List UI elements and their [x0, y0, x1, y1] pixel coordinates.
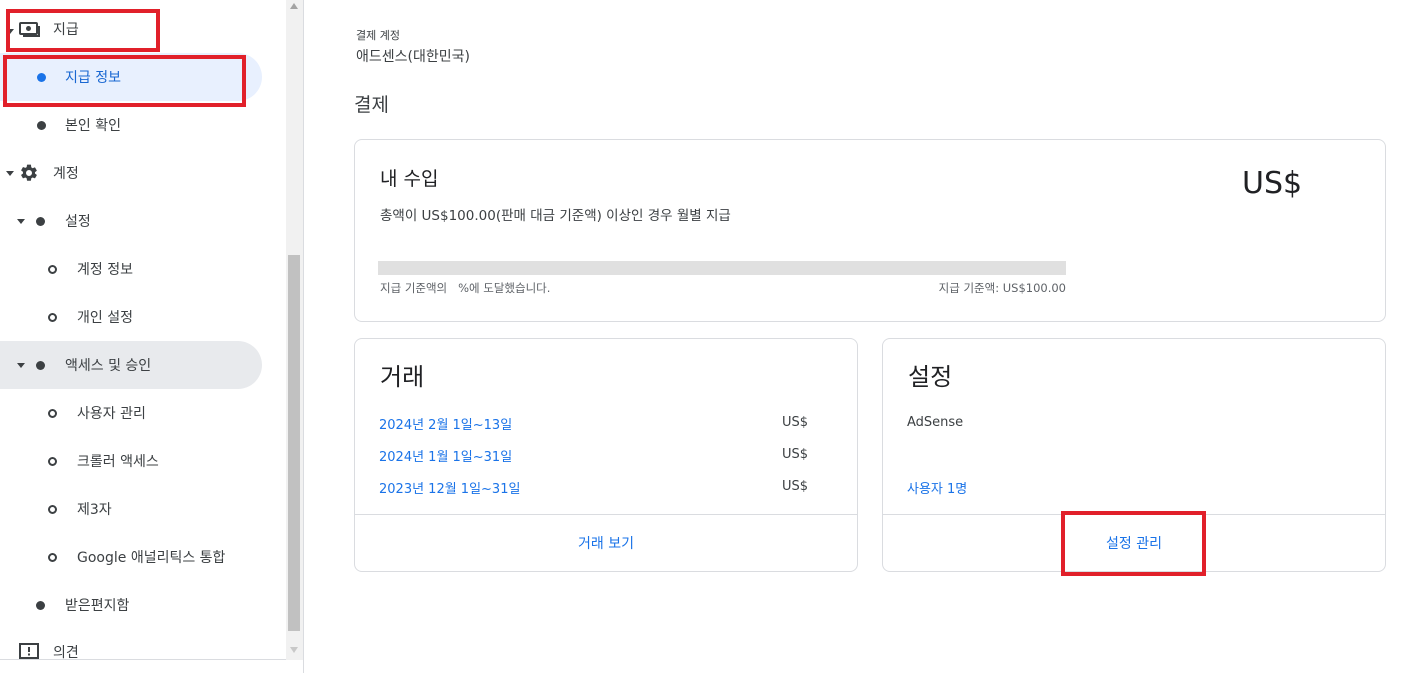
earnings-card: 내 수입 US$ 총액이 US$100.00(판매 대금 기준액) 이상인 경우…: [354, 139, 1386, 322]
scroll-down-icon[interactable]: [290, 647, 298, 653]
gear-icon: [19, 163, 39, 187]
sidebar-item-payment-info[interactable]: 지급 정보: [0, 53, 262, 101]
caret-down-icon[interactable]: [6, 29, 14, 34]
sidebar-item-crawler-access[interactable]: 크롤러 액세스: [0, 437, 262, 485]
earnings-amount: US$: [1242, 166, 1303, 201]
page-title: 결제: [354, 94, 389, 116]
sidebar-item-label: 받은편지함: [65, 598, 130, 614]
circle-icon: [48, 457, 57, 466]
transactions-card: 거래 2024년 2월 1일~13일 US$ 2024년 1월 1일~31일 U…: [354, 338, 858, 572]
sidebar-item-account[interactable]: 계정: [0, 149, 262, 197]
sidebar-item-identity[interactable]: 본인 확인: [0, 101, 262, 149]
bullet-icon: [36, 217, 45, 226]
billing-account-value: 애드센스(대한민국): [356, 49, 470, 65]
circle-icon: [48, 265, 57, 274]
sidebar-item-label: 사용자 관리: [77, 406, 146, 422]
caret-down-icon[interactable]: [17, 363, 25, 368]
sidebar-item-label: 계정 정보: [77, 262, 133, 278]
product-name: AdSense: [907, 415, 964, 430]
transaction-amount: US$: [781, 479, 808, 494]
sidebar-item-settings[interactable]: 설정: [0, 197, 262, 245]
transaction-amount: US$: [781, 447, 808, 462]
earnings-subtitle: 총액이 US$100.00(판매 대금 기준액) 이상인 경우 월별 지급: [380, 208, 731, 224]
transaction-period-link[interactable]: 2024년 1월 1일~31일: [379, 446, 512, 465]
users-link[interactable]: 사용자 1명: [907, 478, 967, 497]
manage-settings-button[interactable]: 설정 관리: [883, 515, 1385, 571]
sidebar-item-label: 본인 확인: [65, 118, 121, 134]
sidebar-item-user-management[interactable]: 사용자 관리: [0, 389, 262, 437]
bullet-icon: [37, 121, 46, 130]
earnings-title: 내 수입: [380, 168, 439, 190]
transactions-title: 거래: [380, 363, 425, 391]
circle-icon: [48, 553, 57, 562]
sidebar-item-label: 지급: [53, 22, 79, 38]
sidebar-item-label: Google 애널리틱스 통합: [77, 550, 226, 566]
scrollbar-thumb[interactable]: [288, 255, 300, 631]
circle-icon: [48, 313, 57, 322]
sidebar-item-feedback[interactable]: 의견: [0, 628, 262, 673]
circle-icon: [48, 505, 57, 514]
sidebar-item-label: 계정: [53, 166, 79, 182]
money-icon: [19, 20, 41, 42]
view-transactions-button[interactable]: 거래 보기: [355, 515, 857, 571]
progress-caption: 지급 기준액의 %에 도달했습니다.: [380, 281, 551, 295]
sidebar-item-account-info[interactable]: 계정 정보: [0, 245, 262, 293]
sidebar-item-access[interactable]: 액세스 및 승인: [0, 341, 262, 389]
threshold-caption: 지급 기준액: US$100.00: [938, 281, 1066, 295]
caret-down-icon[interactable]: [6, 171, 14, 176]
transaction-amount: US$: [781, 415, 808, 430]
payment-threshold-progress: [378, 261, 1066, 275]
circle-icon: [48, 409, 57, 418]
sidebar-item-payments[interactable]: 지급: [0, 5, 262, 53]
sidebar-item-analytics[interactable]: Google 애널리틱스 통합: [0, 533, 262, 581]
sidebar-item-inbox[interactable]: 받은편지함: [0, 581, 262, 629]
settings-card: 설정 AdSense 사용자 1명 설정 관리: [882, 338, 1386, 572]
sidebar-item-label: 설정: [65, 214, 91, 230]
feedback-icon: [19, 643, 39, 665]
sidebar-item-third-party[interactable]: 제3자: [0, 485, 262, 533]
bullet-icon: [36, 601, 45, 610]
bullet-icon: [36, 361, 45, 370]
transaction-period-link[interactable]: 2024년 2월 1일~13일: [379, 414, 512, 433]
sidebar-item-label: 제3자: [77, 502, 112, 518]
settings-title: 설정: [908, 363, 953, 391]
sidebar-item-label: 액세스 및 승인: [65, 358, 152, 374]
caret-down-icon[interactable]: [17, 219, 25, 224]
billing-account-label: 결제 계정: [356, 29, 400, 42]
scroll-up-icon[interactable]: [290, 3, 298, 9]
sidebar: 지급 지급 정보 본인 확인 계정 설정 계정 정보 개인 설정 액세스 및 승…: [0, 0, 304, 673]
transaction-period-link[interactable]: 2023년 12월 1일~31일: [379, 478, 520, 497]
divider: [0, 659, 303, 660]
sidebar-item-personal-settings[interactable]: 개인 설정: [0, 293, 262, 341]
sidebar-item-label: 지급 정보: [65, 70, 121, 86]
sidebar-item-label: 크롤러 액세스: [77, 454, 159, 470]
main-content: 결제 계정 애드센스(대한민국) 결제 내 수입 US$ 총액이 US$100.…: [305, 0, 1427, 673]
bullet-icon: [37, 73, 46, 82]
sidebar-item-label: 개인 설정: [77, 310, 133, 326]
